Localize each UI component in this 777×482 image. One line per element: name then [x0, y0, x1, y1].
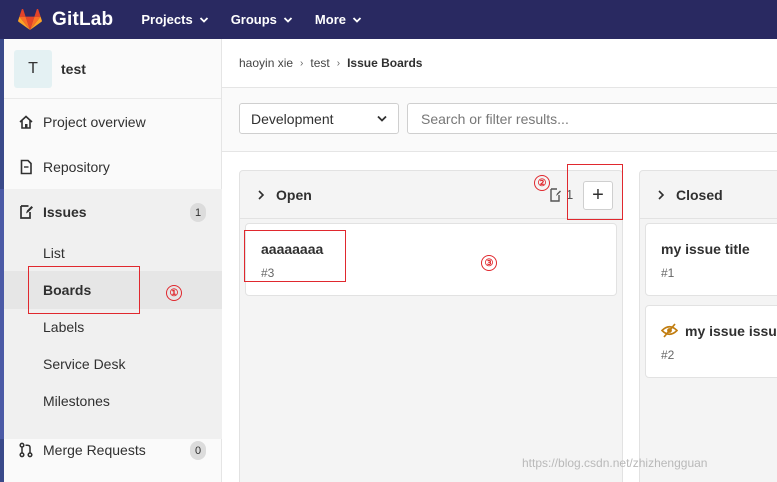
issue-card-number: #1: [661, 266, 675, 280]
sidebar-item-label: Project overview: [43, 114, 146, 130]
nav-groups-label: Groups: [230, 12, 277, 27]
sidebar-item-label: Repository: [43, 159, 110, 175]
breadcrumb-current[interactable]: Issue Boards: [347, 56, 422, 70]
breadcrumb: haoyin xie › test › Issue Boards: [239, 56, 422, 70]
nav-menu: Projects Groups More: [141, 12, 384, 27]
chevron-right-icon[interactable]: [257, 189, 265, 200]
annotation-marker-1: ①: [166, 285, 182, 301]
sidebar-item-project-overview[interactable]: Project overview: [4, 111, 222, 133]
list-title: Closed: [676, 186, 723, 203]
chevron-down-icon: [283, 16, 293, 23]
search-input[interactable]: Search or filter results...: [407, 103, 777, 134]
chevron-right-icon[interactable]: [657, 189, 665, 200]
sidebar-subitem-boards[interactable]: Boards: [43, 282, 91, 298]
sidebar-subitem-labels[interactable]: Labels: [43, 319, 84, 335]
list-title: Open: [276, 186, 312, 203]
active-indicator: [0, 189, 4, 439]
issue-card[interactable]: aaaaaaaa #3: [245, 223, 617, 296]
sidebar-subitem-boards-row: [4, 271, 222, 309]
merge-request-icon: [19, 442, 33, 458]
gitlab-logo[interactable]: GitLab: [18, 8, 114, 31]
project-header[interactable]: T test: [4, 39, 221, 99]
issue-card-title[interactable]: my issue issue: [685, 323, 777, 339]
breadcrumb-user[interactable]: haoyin xie: [239, 56, 293, 70]
nav-groups[interactable]: Groups: [231, 12, 293, 27]
chevron-down-icon: [377, 115, 387, 122]
issue-card-number: #3: [261, 266, 275, 280]
add-issue-button[interactable]: +: [583, 181, 613, 210]
plus-icon: +: [592, 184, 604, 206]
sidebar-item-label: Issues: [43, 204, 87, 220]
project-avatar: T: [14, 49, 52, 88]
sidebar-subitem-service-desk[interactable]: Service Desk: [43, 356, 125, 372]
nav-projects-label: Projects: [141, 12, 193, 27]
watermark: https://blog.csdn.net/zhizhengguan: [522, 456, 708, 470]
chevron-down-icon: [352, 16, 362, 23]
issue-card[interactable]: my issue issue #2: [645, 305, 777, 378]
merge-requests-count-badge: 0: [190, 441, 206, 460]
sidebar: T test Project overview Repository Issue…: [0, 39, 222, 482]
gitlab-logo-icon: [18, 8, 42, 30]
sidebar-item-label: Merge Requests: [43, 442, 146, 458]
issue-card-title[interactable]: my issue title: [661, 241, 750, 257]
top-navbar: GitLab Projects Groups More: [0, 0, 777, 39]
sidebar-item-repository[interactable]: Repository: [4, 156, 222, 178]
annotation-marker-2: ②: [534, 175, 550, 191]
chevron-right-icon: ›: [336, 57, 341, 69]
sidebar-subitem-list[interactable]: List: [43, 245, 65, 261]
board-select-value: Development: [251, 110, 334, 127]
issue-card[interactable]: my issue title #1: [645, 223, 777, 296]
issue-card-title[interactable]: aaaaaaaa: [261, 241, 323, 257]
issues-icon: [20, 205, 33, 219]
issues-section: [4, 189, 222, 439]
eye-slash-icon: [661, 323, 678, 338]
list-header: Closed: [640, 171, 777, 219]
sidebar-subitem-milestones[interactable]: Milestones: [43, 393, 110, 409]
board-list-open: Open: [239, 170, 623, 482]
issue-card-number: #2: [661, 348, 675, 362]
home-icon: [19, 115, 33, 129]
chevron-down-icon: [199, 16, 208, 23]
issue-count-icon: [550, 188, 561, 202]
issue-count: 1: [566, 187, 574, 202]
project-name: test: [61, 60, 86, 77]
board-select-dropdown[interactable]: Development: [239, 103, 399, 134]
brand-name: GitLab: [52, 8, 114, 30]
nav-projects[interactable]: Projects: [141, 12, 208, 27]
list-header: Open: [240, 171, 622, 219]
document-icon: [20, 159, 32, 175]
nav-more-label: More: [314, 12, 346, 27]
issues-count-badge: 1: [190, 203, 206, 222]
annotation-marker-3: ③: [481, 255, 497, 271]
nav-more[interactable]: More: [315, 12, 362, 27]
breadcrumb-project[interactable]: test: [310, 56, 329, 70]
chevron-right-icon: ›: [300, 57, 304, 69]
